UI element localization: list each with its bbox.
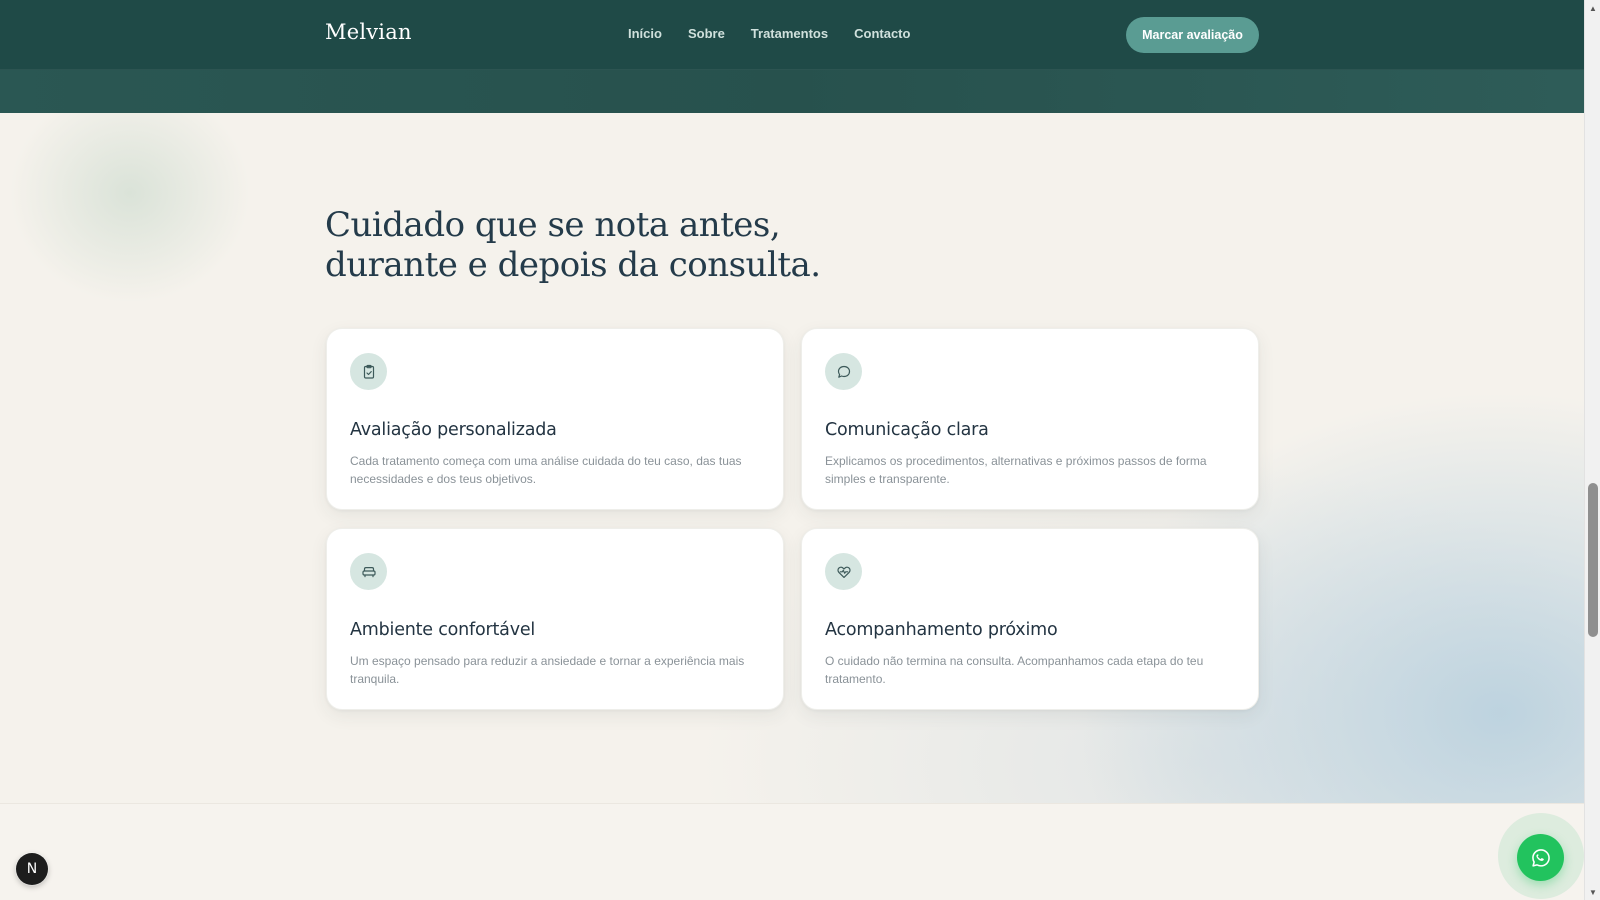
feature-card-title: Acompanhamento próximo	[825, 620, 1058, 640]
feature-card-title: Avaliação personalizada	[350, 420, 557, 440]
main-nav: Início Sobre Tratamentos Contacto	[628, 26, 910, 41]
scrollbar-thumb[interactable]	[1588, 483, 1598, 637]
scroll-down-arrow-icon[interactable]: ▼	[1585, 884, 1600, 900]
site-header: Melvian Início Sobre Tratamentos Contact…	[0, 0, 1584, 70]
feature-card-title: Ambiente confortável	[350, 620, 536, 640]
next-section	[0, 803, 1584, 900]
sofa-icon	[350, 553, 387, 590]
feature-card-comfort: Ambiente confortável Um espaço pensado p…	[326, 528, 784, 710]
features-section: Cuidado que se nota antes, durante e dep…	[0, 113, 1584, 803]
nav-link-inicio[interactable]: Início	[628, 26, 662, 41]
nav-link-sobre[interactable]: Sobre	[688, 26, 725, 41]
whatsapp-button[interactable]	[1517, 834, 1564, 881]
feature-card-follow-up: Acompanhamento próximo O cuidado não ter…	[801, 528, 1259, 710]
feature-card-description: Cada tratamento começa com uma análise c…	[350, 454, 742, 486]
scroll-up-arrow-icon[interactable]: ▲	[1585, 0, 1600, 16]
feature-card-description: Explicamos os procedimentos, alternativa…	[825, 454, 1207, 486]
feature-card-communication: Comunicação clara Explicamos os procedim…	[801, 328, 1259, 510]
section-headline: Cuidado que se nota antes, durante e dep…	[325, 205, 821, 285]
nav-link-contacto[interactable]: Contacto	[854, 26, 910, 41]
headline-line-2: durante e depois da consulta.	[325, 245, 821, 285]
page-scrollbar[interactable]: ▲ ▼	[1584, 0, 1600, 900]
chat-bubble-icon	[825, 353, 862, 390]
book-evaluation-button[interactable]: Marcar avaliação	[1126, 17, 1259, 53]
brand-logo[interactable]: Melvian	[325, 20, 412, 44]
nav-link-tratamentos[interactable]: Tratamentos	[751, 26, 828, 41]
feature-card-evaluation: Avaliação personalizada Cada tratamento …	[326, 328, 784, 510]
feature-card-title: Comunicação clara	[825, 420, 989, 440]
whatsapp-icon	[1531, 848, 1550, 867]
headline-line-1: Cuidado que se nota antes,	[325, 205, 781, 245]
page: Melvian Início Sobre Tratamentos Contact…	[0, 0, 1584, 900]
hero-bottom-strip	[0, 70, 1584, 113]
dev-tools-badge[interactable]: N	[16, 853, 48, 885]
feature-card-description: Um espaço pensado para reduzir a ansieda…	[350, 654, 745, 686]
clipboard-check-icon	[350, 353, 387, 390]
heart-pulse-icon	[825, 553, 862, 590]
feature-card-description: O cuidado não termina na consulta. Acomp…	[825, 654, 1204, 686]
